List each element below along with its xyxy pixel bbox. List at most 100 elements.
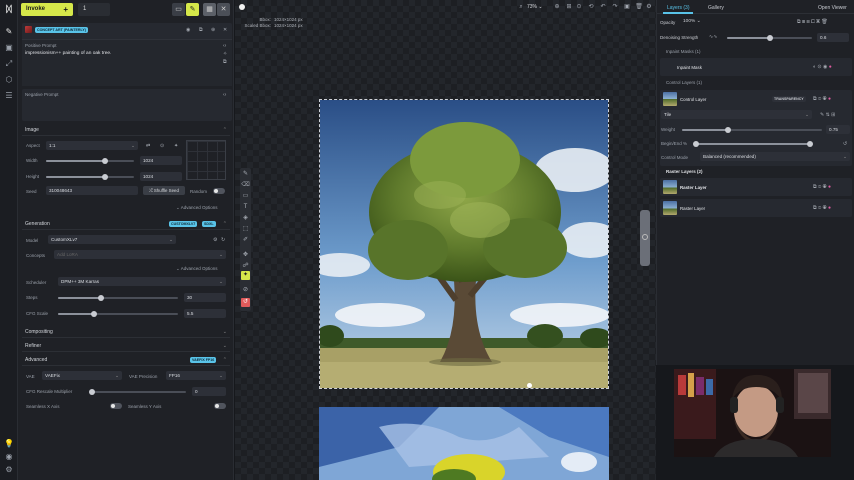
inpaint-mask-row[interactable]: Inpaint Mask ◐ ⊙ ◉ ●: [660, 58, 852, 76]
bbox-tool-icon[interactable]: ⬚: [241, 225, 250, 234]
weight-input[interactable]: 0.75: [826, 125, 850, 134]
seed-input[interactable]: 310048643: [46, 186, 138, 195]
generated-image-oak-tree[interactable]: [319, 99, 609, 389]
seamless-y-toggle[interactable]: [214, 403, 226, 409]
width-input[interactable]: 1024: [140, 156, 182, 165]
style-preset-badge[interactable]: CONCEPT ART (PAINTERLY): [35, 27, 88, 33]
vae-select[interactable]: VAEFix ⌄: [42, 371, 122, 380]
image-section-header[interactable]: Image ⌃: [22, 124, 230, 136]
text-tool-icon[interactable]: T: [241, 203, 250, 212]
steps-input[interactable]: 30: [184, 293, 226, 302]
canvas-area[interactable]: ⌕ 73% ⌄ ⊕ ⊞ ⊙ ⟲ ↶ ↷ ▣ 🗑 ⚙ Bbox: 1024×1024…: [235, 0, 656, 480]
denoise-slider[interactable]: [727, 35, 812, 41]
edit-mode-button[interactable]: ✎: [186, 3, 199, 16]
hand-tool-icon[interactable]: ☍: [241, 262, 250, 271]
active-tool-icon[interactable]: ✦: [241, 271, 250, 280]
eyedropper-tool-icon[interactable]: ✐: [241, 236, 250, 245]
invoke-button[interactable]: Invoke +: [21, 3, 73, 16]
layer-actions-icon[interactable]: ◐ ⊙ ◉ ●: [813, 64, 832, 70]
link-icon[interactable]: ⧉: [223, 59, 227, 65]
cfg-rescale-slider[interactable]: [89, 389, 186, 395]
cancel-button[interactable]: ✕: [217, 3, 230, 16]
positive-prompt-text[interactable]: impressionism++ painting of an oak tree.: [25, 51, 111, 56]
settings-icon[interactable]: ⚙: [4, 465, 14, 475]
reset-icon[interactable]: ⟲: [587, 3, 595, 11]
image-icon[interactable]: ▣: [4, 43, 14, 53]
raster-layer-row[interactable]: Raster Layer ⧉ ⊙ ◉ ●: [660, 178, 852, 196]
layer-actions-icon[interactable]: ⧉ ⊙ ◉ ●: [813, 205, 831, 211]
model-select[interactable]: CustomXLv7 ⌄: [48, 235, 176, 244]
brush-tool-icon[interactable]: ✎: [241, 170, 250, 179]
steps-slider[interactable]: [58, 295, 178, 301]
iterations-input[interactable]: 1: [78, 3, 110, 16]
swap-icon[interactable]: ⇄: [146, 143, 150, 149]
cfg-input[interactable]: 5.5: [184, 309, 226, 318]
code-icon[interactable]: ‹›: [223, 43, 226, 49]
transparency-badge[interactable]: TRANSPARENCY: [772, 96, 806, 102]
raster-layer-row[interactable]: Raster Layer ⧉ ⊙ ◉ ●: [660, 199, 852, 217]
control-tools-icon[interactable]: ✎ ⇅ ⊞: [820, 112, 835, 118]
cfg-rescale-input[interactable]: 0: [192, 387, 226, 396]
close-icon[interactable]: ✕: [223, 27, 227, 33]
image-advanced-link[interactable]: ⌄ Advanced Options: [176, 205, 218, 211]
gear-icon[interactable]: ⚙: [645, 3, 653, 11]
reset-icon[interactable]: ↺: [843, 141, 847, 147]
seamless-x-toggle[interactable]: [110, 403, 122, 409]
shuffle-seed-button[interactable]: ⤮ Shuffle Seed: [143, 186, 185, 195]
cfg-slider[interactable]: [58, 311, 178, 317]
aspect-select[interactable]: 1:1 ⌄: [46, 141, 138, 150]
queue-front-button[interactable]: ▭: [172, 3, 185, 16]
undo-icon[interactable]: ↶: [599, 3, 607, 11]
control-header[interactable]: Control Layers (1): [666, 80, 702, 85]
resize-handle-icon[interactable]: [527, 383, 532, 388]
opacity-select[interactable]: 100% ⌄: [683, 18, 707, 26]
compositing-section-header[interactable]: Compositing ⌄: [22, 326, 230, 338]
rect-tool-icon[interactable]: ▭: [241, 192, 250, 201]
view-tool-icon[interactable]: ⊘: [241, 286, 250, 295]
redo-icon[interactable]: ↷: [611, 3, 619, 11]
gear-icon[interactable]: ⚙: [213, 237, 217, 243]
save-icon[interactable]: ▣: [623, 3, 631, 11]
models-icon[interactable]: ⬡: [4, 75, 14, 85]
canvas-scrollbar[interactable]: [640, 210, 650, 266]
height-input[interactable]: 1024: [140, 172, 182, 181]
pin-icon[interactable]: ⊕: [211, 27, 215, 33]
sparkle-icon[interactable]: ✦: [174, 143, 178, 149]
code-icon[interactable]: ‹›: [223, 92, 226, 98]
fill-tool-icon[interactable]: ◈: [241, 214, 250, 223]
queue-icon[interactable]: ☰: [4, 91, 14, 101]
lock-icon[interactable]: ⊙: [160, 143, 164, 149]
denoise-input[interactable]: 0.6: [817, 33, 849, 42]
invoke-logo-icon[interactable]: ᛞ: [3, 4, 15, 14]
raster-header[interactable]: Raster Layers (2): [666, 169, 703, 174]
generation-section-header[interactable]: Generation CUSTOMXLV7 SDXL ⌃: [22, 218, 230, 230]
zoom-select[interactable]: 73% ⌄: [527, 3, 549, 11]
crosshair-icon[interactable]: ⊙: [575, 3, 583, 11]
workflow-icon[interactable]: ⤢: [4, 59, 14, 69]
positive-prompt-box[interactable]: Positive Prompt impressionism++ painting…: [22, 39, 232, 86]
begin-end-slider[interactable]: [693, 141, 813, 147]
generated-image-painting[interactable]: [319, 407, 609, 480]
layer-tools-icon[interactable]: ⧉ ⊞ ⊟ ⧠ ▣ 🗑: [797, 19, 828, 25]
reset-tool-icon[interactable]: ↺: [241, 298, 250, 307]
height-slider[interactable]: [46, 174, 134, 180]
random-toggle[interactable]: [213, 188, 225, 194]
move-tool-icon[interactable]: ✥: [241, 251, 250, 260]
control-layer-row[interactable]: Control Layer TRANSPARENCY ⧉ ⊙ ◉ ● Tile ⌄…: [660, 90, 852, 166]
sparkle-icon[interactable]: ✧: [223, 51, 227, 57]
eye-icon[interactable]: ◉: [186, 27, 190, 33]
tab-gallery[interactable]: Gallery: [708, 4, 724, 12]
control-model-select[interactable]: Tile ⌄: [661, 110, 812, 119]
control-mode-select[interactable]: Balanced (recommended) ⌄: [700, 152, 850, 161]
zoom-icon[interactable]: ⌕: [517, 3, 525, 11]
clear-queue-button[interactable]: ▦: [203, 3, 216, 16]
open-viewer-button[interactable]: Open Viewer: [818, 4, 847, 12]
negative-prompt-box[interactable]: Negative Prompt ‹›: [22, 89, 232, 121]
vae-precision-select[interactable]: FP16 ⌄: [166, 371, 226, 380]
copy-icon[interactable]: ⧉: [199, 27, 203, 33]
refresh-icon[interactable]: ↻: [221, 237, 225, 243]
grid-icon[interactable]: ⊞: [565, 3, 573, 11]
layer-actions-icon[interactable]: ⧉ ⊙ ◉ ●: [813, 184, 831, 190]
discord-icon[interactable]: ◉: [4, 452, 14, 462]
inpaint-header[interactable]: Inpaint Masks (1): [666, 49, 701, 54]
